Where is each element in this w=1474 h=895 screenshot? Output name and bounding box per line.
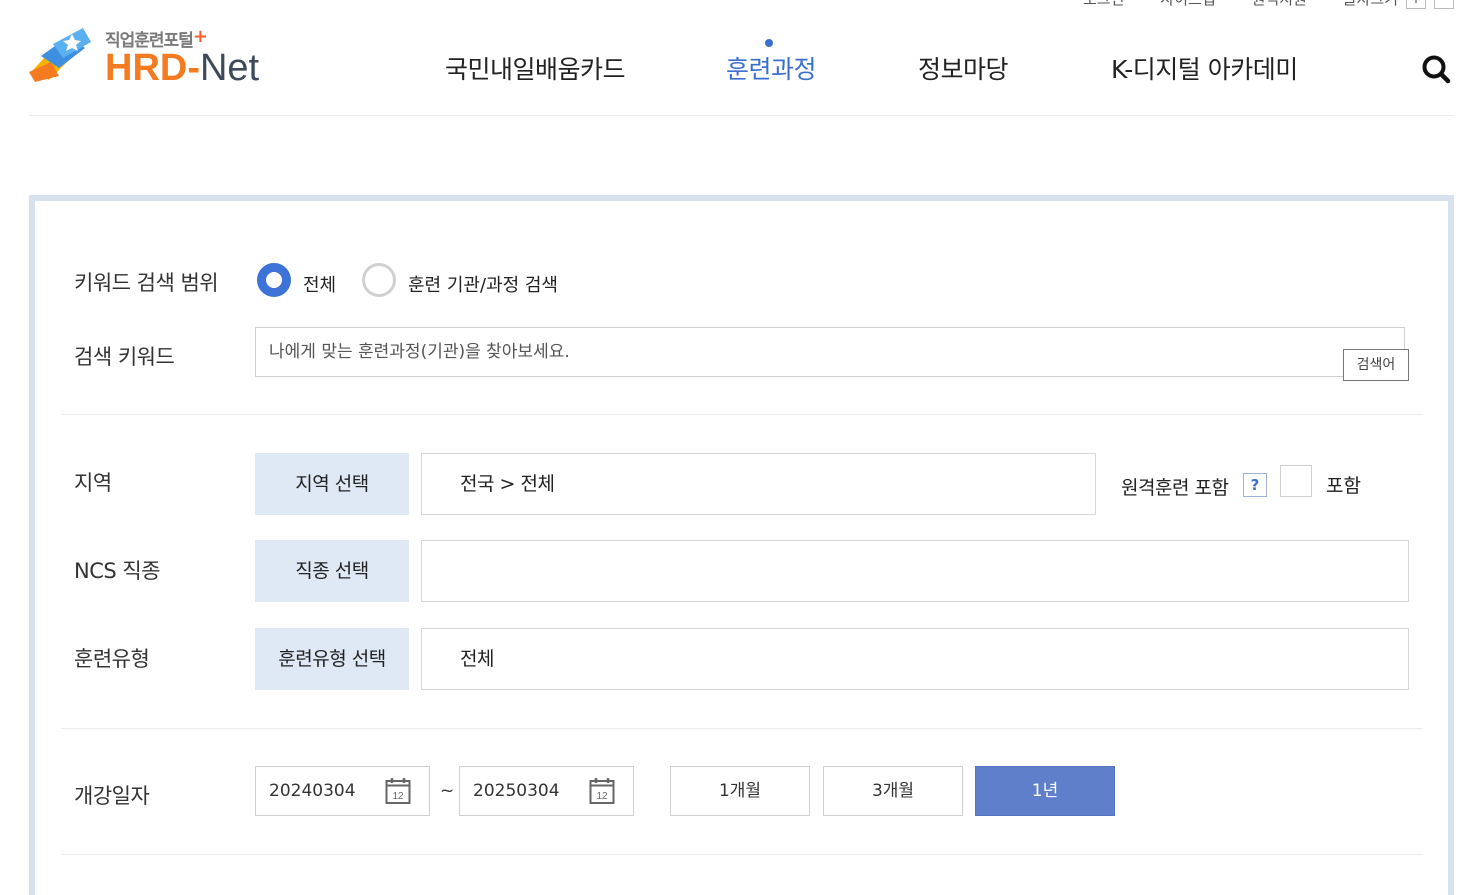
logo-dash: - bbox=[187, 47, 200, 89]
nav-item-k-digital-academy[interactable]: K-디지털 아카데미 bbox=[1111, 50, 1298, 86]
remote-include-label[interactable]: 포함 bbox=[1326, 471, 1361, 498]
logo-net: Net bbox=[199, 47, 260, 89]
keyword-label: 검색 키워드 bbox=[74, 345, 175, 369]
logo-hrd: HRD bbox=[105, 47, 188, 89]
radio-scope-institution[interactable] bbox=[362, 263, 396, 297]
hrd-net-logo[interactable]: 직업훈련포털+ HRD-Net bbox=[29, 26, 259, 87]
calendar-icon-text: 12 bbox=[596, 791, 608, 802]
logo-mark-icon bbox=[29, 28, 91, 82]
radio-scope-all[interactable] bbox=[257, 263, 291, 297]
calendar-icon[interactable]: 12 bbox=[385, 777, 411, 805]
training-type-label: 훈련유형 bbox=[74, 647, 150, 671]
divider bbox=[61, 414, 1423, 415]
keyword-input[interactable] bbox=[255, 327, 1405, 377]
region-select-button[interactable]: 지역 선택 bbox=[255, 453, 409, 515]
nav-active-indicator bbox=[765, 39, 773, 47]
period-1-month-button[interactable]: 1개월 bbox=[670, 766, 810, 816]
period-3-month-button[interactable]: 3개월 bbox=[823, 766, 963, 816]
keyword-scope-label: 키워드 검색 범위 bbox=[74, 271, 219, 295]
training-type-value[interactable]: 전체 bbox=[421, 628, 1409, 690]
keyword-search-button[interactable]: 검색어 bbox=[1343, 349, 1409, 381]
start-date-label: 개강일자 bbox=[74, 784, 150, 808]
search-panel: 키워드 검색 범위 전체 훈련 기관/과정 검색 검색 키워드 검색어 지역 지… bbox=[29, 195, 1454, 895]
logo-wordmark: HRD-Net bbox=[105, 49, 259, 87]
date-range-separator: ~ bbox=[440, 781, 455, 801]
start-date-from-input[interactable]: 20240304 12 bbox=[255, 766, 430, 816]
calendar-icon-text: 12 bbox=[392, 791, 404, 802]
region-label: 지역 bbox=[74, 471, 112, 495]
nav-item-training-course[interactable]: 훈련과정 bbox=[726, 50, 817, 86]
training-type-select-button[interactable]: 훈련유형 선택 bbox=[255, 628, 409, 690]
radio-scope-all-label[interactable]: 전체 bbox=[303, 271, 336, 297]
start-date-to-value: 20250304 bbox=[473, 781, 560, 801]
remote-training-label: 원격훈련 포함 bbox=[1121, 477, 1229, 499]
ncs-label: NCS 직종 bbox=[74, 559, 161, 583]
divider bbox=[61, 728, 1423, 729]
ncs-select-button[interactable]: 직종 선택 bbox=[255, 540, 409, 602]
region-value[interactable]: 전국 > 전체 bbox=[421, 453, 1096, 515]
divider bbox=[61, 854, 1423, 855]
header: 직업훈련포털+ HRD-Net 국민내일배움카드 훈련과정 정보마당 K-디지털… bbox=[29, 0, 1454, 116]
start-date-to-input[interactable]: 20250304 12 bbox=[459, 766, 634, 816]
calendar-icon[interactable]: 12 bbox=[589, 777, 615, 805]
search-icon[interactable] bbox=[1421, 54, 1451, 84]
ncs-value[interactable] bbox=[421, 540, 1409, 602]
logo-plus: + bbox=[192, 26, 208, 47]
help-icon[interactable]: ? bbox=[1243, 473, 1267, 497]
start-date-from-value: 20240304 bbox=[269, 781, 356, 801]
logo-text: 직업훈련포털+ HRD-Net bbox=[105, 26, 259, 87]
period-1-year-button[interactable]: 1년 bbox=[975, 766, 1115, 816]
nav-item-learning-card[interactable]: 국민내일배움카드 bbox=[445, 50, 626, 86]
radio-scope-institution-label[interactable]: 훈련 기관/과정 검색 bbox=[408, 271, 558, 297]
remote-include-checkbox[interactable] bbox=[1280, 465, 1312, 497]
nav-item-info[interactable]: 정보마당 bbox=[918, 50, 1009, 86]
